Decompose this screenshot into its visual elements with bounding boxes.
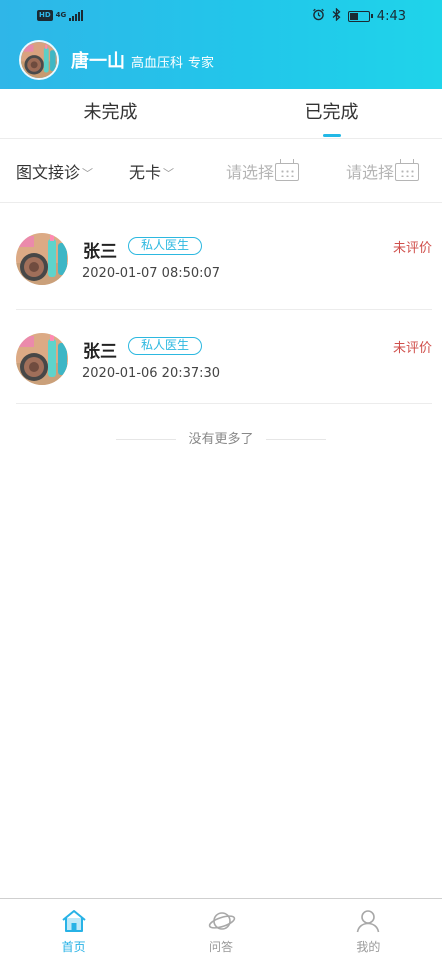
service-tag: 私人医生 xyxy=(128,337,203,355)
review-status: 未评价 xyxy=(392,341,432,356)
service-type-value: 图文接诊 xyxy=(16,163,81,182)
review-status: 未评价 xyxy=(392,241,432,256)
home-icon xyxy=(61,909,87,933)
tab-completed[interactable]: 已完成 xyxy=(221,89,442,138)
user-icon xyxy=(355,909,381,933)
status-left: HD 4G xyxy=(37,10,84,21)
start-date-picker[interactable]: 请选择 xyxy=(226,139,300,203)
record-time: 2020-01-06 20:37:30 xyxy=(82,366,221,381)
service-tag: 私人医生 xyxy=(128,237,203,255)
network-type: 4G xyxy=(55,11,67,19)
doctor-profile[interactable]: 唐一山 高血压科 专家 xyxy=(19,40,214,80)
list-item[interactable]: 张三 私人医生 2020-01-06 20:37:30 未评价 xyxy=(16,310,432,404)
nav-profile[interactable]: 我的 xyxy=(295,899,442,960)
patient-name: 张三 xyxy=(83,242,117,262)
start-date-placeholder: 请选择 xyxy=(226,163,275,182)
bluetooth-icon xyxy=(332,7,341,25)
alarm-icon xyxy=(312,8,325,25)
status-time: 4:43 xyxy=(376,9,406,24)
list-item[interactable]: 张三 私人医生 2020-01-07 08:50:07 未评价 xyxy=(16,204,432,310)
end-date-picker[interactable]: 请选择 xyxy=(346,139,420,203)
nav-home-label: 首页 xyxy=(61,940,86,954)
card-type-value: 无卡 xyxy=(129,163,162,182)
no-more-text: 没有更多了 xyxy=(188,432,254,447)
doctor-title: 专家 xyxy=(188,56,215,71)
bottom-nav: 首页 问答 我的 xyxy=(0,898,442,960)
record-list: 张三 私人医生 2020-01-07 08:50:07 未评价 张三 私人医生 … xyxy=(0,204,442,404)
nav-qa[interactable]: 问答 xyxy=(147,899,294,960)
doctor-name: 唐一山 xyxy=(71,51,125,72)
patient-avatar xyxy=(16,333,68,385)
nav-profile-label: 我的 xyxy=(356,940,381,954)
record-time: 2020-01-07 08:50:07 xyxy=(82,266,221,281)
doctor-avatar[interactable] xyxy=(19,40,59,80)
header-bar: HD 4G 4:43 唐一山 高血压科 专家 xyxy=(0,0,442,89)
service-type-dropdown[interactable]: 图文接诊 ﹀ xyxy=(16,139,93,203)
tab-incomplete[interactable]: 未完成 xyxy=(0,89,221,138)
status-tabs: 未完成 已完成 xyxy=(0,89,442,139)
battery-icon xyxy=(347,11,373,22)
divider xyxy=(265,439,326,440)
card-type-dropdown[interactable]: 无卡 ﹀ xyxy=(129,139,174,203)
hd-icon: HD xyxy=(37,10,53,21)
nav-home[interactable]: 首页 xyxy=(0,899,147,960)
patient-avatar xyxy=(16,233,68,285)
end-date-placeholder: 请选择 xyxy=(346,163,395,182)
divider xyxy=(116,439,177,440)
status-right: 4:43 xyxy=(312,7,406,25)
calendar-icon xyxy=(395,159,420,181)
chevron-down-icon: ﹀ xyxy=(163,166,175,180)
doctor-department: 高血压科 xyxy=(131,56,184,71)
status-bar: HD 4G 4:43 xyxy=(0,0,442,34)
calendar-icon xyxy=(275,159,300,181)
list-end-indicator: 没有更多了 xyxy=(0,428,442,447)
planet-icon xyxy=(208,909,236,933)
patient-name: 张三 xyxy=(83,342,117,362)
nav-qa-label: 问答 xyxy=(208,940,233,954)
chevron-down-icon: ﹀ xyxy=(82,166,94,180)
signal-icon xyxy=(69,10,84,21)
filter-bar: 图文接诊 ﹀ 无卡 ﹀ 请选择 请选择 xyxy=(0,139,442,203)
